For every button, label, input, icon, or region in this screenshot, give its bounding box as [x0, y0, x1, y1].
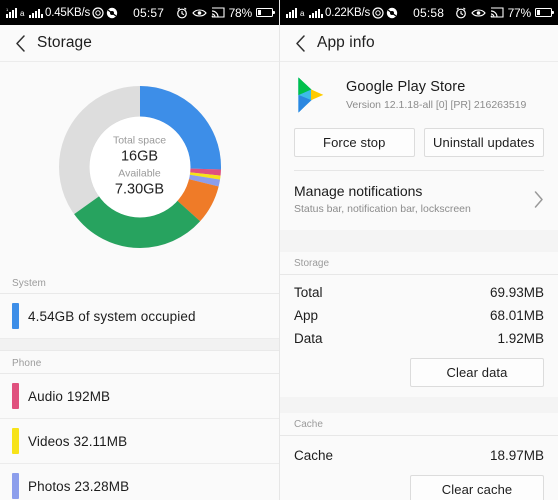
- network-speed-label: 0.22KB/s: [325, 6, 371, 19]
- available-value: 7.30GB: [114, 181, 165, 198]
- sim1-icon: a: [300, 7, 307, 18]
- network-speed-label: 0.45KB/s: [45, 6, 91, 19]
- eye-icon: [191, 8, 207, 18]
- storage-donut-chart[interactable]: Total space 16GB Available 7.30GB: [55, 82, 225, 252]
- app-header: Google Play Store Version 12.1.18-all [0…: [280, 62, 558, 124]
- signal-bars-2-icon: [309, 7, 323, 18]
- list-item-label: Videos 32.11MB: [28, 433, 128, 449]
- cast-icon: [490, 7, 504, 18]
- alarm-icon: [455, 7, 467, 19]
- status-bar-left: 1 a 0.45KB/s 05:57 78%: [0, 0, 279, 25]
- row-value: 18.97MB: [489, 448, 544, 463]
- list-item-label: 4.54GB of system occupied: [28, 308, 196, 324]
- section-header-storage: Storage: [280, 252, 558, 275]
- status-bar-clock: 05:58: [413, 5, 445, 20]
- page-title: App info: [317, 34, 375, 51]
- list-item-videos[interactable]: Videos 32.11MB: [0, 419, 279, 464]
- signal-bars-2-icon: [29, 7, 43, 18]
- storage-row-total: Total 69.93MB: [280, 281, 558, 304]
- back-chevron-icon[interactable]: [11, 34, 29, 52]
- storage-app-bar: Storage: [0, 25, 279, 62]
- chevron-right-icon: [534, 191, 544, 208]
- right-panel-app-info: a 0.22KB/s 05:58 77% App info Google Pla…: [279, 0, 558, 500]
- manage-notifications-row[interactable]: Manage notifications Status bar, notific…: [280, 171, 558, 230]
- total-space-value: 16GB: [120, 148, 159, 165]
- color-swatch-videos: [12, 428, 19, 454]
- app-version: Version 12.1.18-all [0] [PR] 216263519: [346, 98, 527, 111]
- clear-data-row: Clear data: [280, 350, 558, 397]
- section-header-system: System: [0, 271, 279, 294]
- uninstall-updates-button[interactable]: Uninstall updates: [423, 128, 544, 157]
- signal-bars-icon: 1: [6, 7, 18, 18]
- color-swatch-photos: [12, 473, 19, 499]
- row-value: 1.92MB: [497, 331, 544, 346]
- storage-donut-chart-container: Total space 16GB Available 7.30GB: [0, 62, 279, 271]
- app-name: Google Play Store: [346, 78, 466, 95]
- storage-row-app: App 68.01MB: [280, 304, 558, 327]
- app-action-buttons: Force stop Uninstall updates: [280, 124, 558, 170]
- color-swatch-audio: [12, 383, 19, 409]
- status-bar-right-icons: 77%: [455, 5, 554, 20]
- list-item-system-occupied[interactable]: 4.54GB of system occupied: [0, 294, 279, 339]
- battery-icon: [256, 8, 275, 17]
- section-spacer: [280, 397, 558, 413]
- status-bar-right: a 0.22KB/s 05:58 77%: [280, 0, 558, 25]
- color-swatch-system: [12, 303, 19, 329]
- eye-icon: [470, 8, 486, 18]
- row-value: 69.93MB: [489, 285, 544, 300]
- dual-screenshot-container: 1 a 0.45KB/s 05:57 78% Storage Total spa…: [0, 0, 558, 500]
- clear-cache-button[interactable]: Clear cache: [410, 475, 544, 500]
- google-play-store-icon: [294, 76, 332, 114]
- section-header-cache: Cache: [280, 413, 558, 436]
- section-spacer: [0, 339, 279, 351]
- row-key: App: [294, 308, 319, 323]
- status-bar-left-icons: a 0.22KB/s 05:58: [286, 6, 444, 20]
- clear-data-button[interactable]: Clear data: [410, 358, 544, 387]
- clear-cache-row: Clear cache: [280, 467, 558, 500]
- list-item-label: Audio 192MB: [28, 388, 111, 404]
- svg-text:a: a: [20, 9, 25, 18]
- total-space-label: Total space: [112, 134, 167, 147]
- row-key: Data: [294, 331, 323, 346]
- status-bar-right-icons: 78%: [176, 5, 275, 20]
- available-label: Available: [118, 167, 161, 180]
- donut-center-info: Total space 16GB Available 7.30GB: [89, 116, 190, 217]
- alarm-icon: [176, 7, 188, 19]
- dnd-icon: [92, 6, 104, 19]
- status-bar-clock: 05:57: [133, 5, 165, 20]
- no-photo-icon: [386, 7, 398, 19]
- dnd-icon: [372, 6, 384, 19]
- storage-row-data: Data 1.92MB: [280, 327, 558, 350]
- row-key: Cache: [294, 448, 334, 463]
- status-bar-left-icons: 1 a 0.45KB/s 05:57: [6, 6, 164, 20]
- app-header-text: Google Play Store Version 12.1.18-all [0…: [346, 78, 526, 113]
- cache-row: Cache 18.97MB: [280, 444, 558, 467]
- list-item-label: Photos 23.28MB: [28, 478, 130, 494]
- manage-notifications-title: Manage notifications: [294, 183, 423, 199]
- manage-notifications-text: Manage notifications Status bar, notific…: [294, 182, 471, 217]
- manage-notifications-subtitle: Status bar, notification bar, lockscreen: [294, 203, 471, 215]
- left-panel-storage: 1 a 0.45KB/s 05:57 78% Storage Total spa…: [0, 0, 279, 500]
- section-header-phone: Phone: [0, 351, 279, 374]
- force-stop-button[interactable]: Force stop: [294, 128, 415, 157]
- battery-percent-label: 78%: [228, 5, 253, 20]
- cast-icon: [211, 7, 225, 18]
- svg-text:a: a: [300, 9, 305, 18]
- signal-bars-icon: [286, 7, 298, 18]
- list-item-audio[interactable]: Audio 192MB: [0, 374, 279, 419]
- battery-icon: [535, 8, 554, 17]
- app-info-app-bar: App info: [280, 25, 558, 62]
- list-item-photos[interactable]: Photos 23.28MB: [0, 464, 279, 500]
- no-photo-icon: [106, 7, 118, 19]
- row-key: Total: [294, 285, 323, 300]
- back-chevron-icon[interactable]: [291, 34, 309, 52]
- section-spacer: [280, 230, 558, 252]
- svg-text:1: 1: [6, 7, 9, 12]
- battery-percent-label: 77%: [507, 5, 532, 20]
- page-title: Storage: [37, 34, 92, 51]
- row-value: 68.01MB: [489, 308, 544, 323]
- sim1-icon: a: [20, 7, 27, 18]
